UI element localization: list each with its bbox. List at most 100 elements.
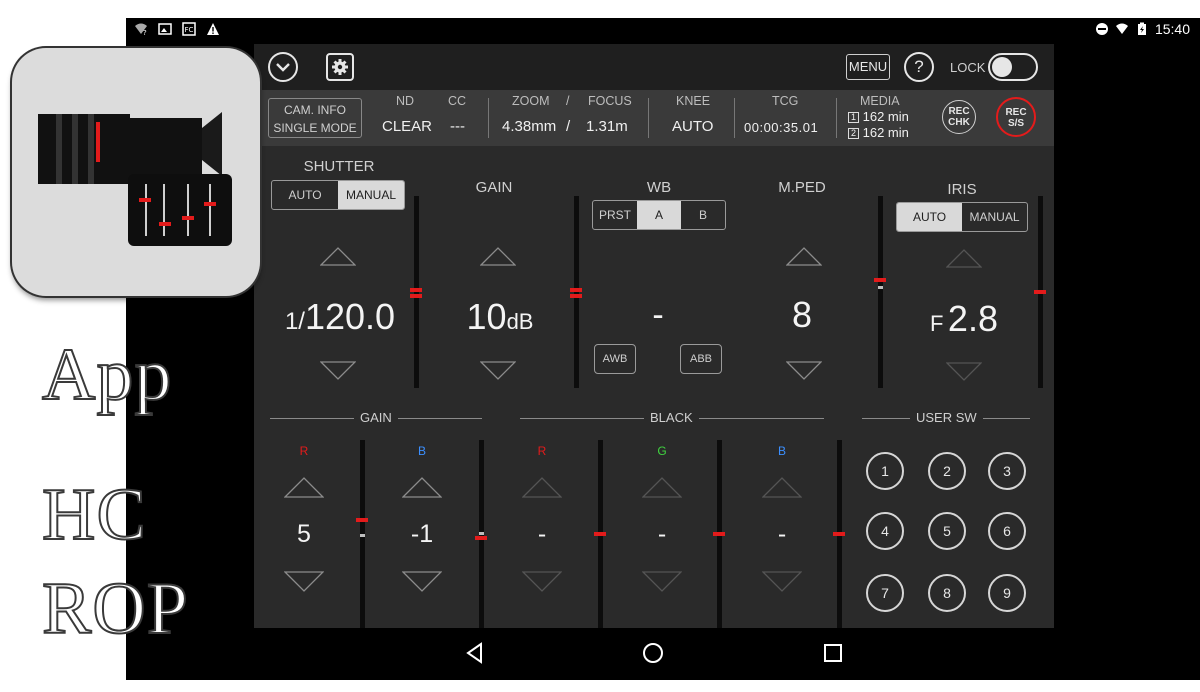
media-slot-1: 1 162 min [848, 109, 909, 124]
gain-title: GAIN [475, 179, 513, 196]
black-g-slider-thumb[interactable] [713, 532, 725, 536]
iris-value: 2.8 [947, 298, 998, 339]
info-divider [488, 98, 489, 138]
black-r-down-arrow-icon [522, 571, 562, 592]
user-sw-button-4[interactable]: 4 [866, 512, 904, 550]
gain-r-down-arrow-icon[interactable] [284, 571, 324, 593]
lock-toggle[interactable] [988, 53, 1038, 81]
shutter-slider[interactable] [410, 196, 422, 388]
shutter-manual-option[interactable]: MANUAL [338, 181, 404, 209]
menu-button[interactable]: MENU [846, 54, 890, 80]
info-divider [734, 98, 735, 138]
shutter-slider-thumb[interactable] [410, 288, 422, 292]
gain-up-arrow-icon[interactable] [480, 246, 516, 266]
battery-charging-icon [1137, 22, 1146, 35]
rec-ss-line2: S/S [1007, 118, 1025, 129]
image-icon [158, 23, 172, 35]
cc-label: CC [448, 94, 467, 108]
svg-text:?: ? [143, 29, 147, 36]
user-sw-button-6[interactable]: 6 [988, 512, 1026, 550]
wb-b-option[interactable]: B [681, 201, 725, 229]
gain-r-up-arrow-icon[interactable] [284, 476, 324, 498]
user-sw-button-3[interactable]: 3 [988, 452, 1026, 490]
gain-down-arrow-icon[interactable] [480, 361, 516, 381]
black-b-slider[interactable] [833, 440, 845, 628]
gain-b-slider[interactable] [475, 440, 487, 628]
collapse-button[interactable] [268, 52, 298, 82]
black-r-label: R [537, 444, 547, 458]
wb-a-option[interactable]: A [637, 201, 681, 229]
nd-label: ND [396, 94, 415, 108]
rec-check-line1: REC [948, 106, 970, 117]
rec-check-button[interactable]: REC CHK [942, 100, 976, 134]
gain-r-slider-thumb[interactable] [356, 518, 368, 522]
gain-b-up-arrow-icon[interactable] [402, 476, 442, 498]
black-g-slider[interactable] [713, 440, 725, 628]
iris-slider[interactable] [1034, 196, 1046, 388]
gain-b-down-arrow-icon[interactable] [402, 571, 442, 593]
user-sw-button-5[interactable]: 5 [928, 512, 966, 550]
zoom-focus-slash: / [566, 94, 570, 108]
user-sw-button-7[interactable]: 7 [866, 574, 904, 612]
status-clock: 15:40 [1154, 21, 1190, 37]
cam-info-button[interactable]: CAM. INFO SINGLE MODE [268, 98, 362, 138]
iris-slider-thumb[interactable] [1034, 290, 1046, 294]
mped-down-arrow-icon[interactable] [786, 361, 822, 381]
zoom-value: 4.38mm [502, 118, 557, 135]
shutter-auto-option[interactable]: AUTO [272, 181, 338, 209]
tcg-label: TCG [772, 94, 799, 108]
mped-title: M.PED [778, 179, 826, 196]
gain-value: 10 [466, 296, 507, 337]
mped-slider-thumb[interactable] [874, 278, 886, 282]
cc-value: --- [450, 118, 465, 135]
black-b-slider-thumb[interactable] [833, 532, 845, 536]
mped-slider[interactable] [874, 196, 886, 388]
zoom-label: ZOOM [512, 94, 550, 108]
black-g-up-arrow-icon [642, 477, 682, 498]
help-button[interactable]: ? [904, 52, 934, 82]
gear-icon [332, 59, 348, 75]
black-g-label: G [657, 444, 667, 458]
gain-group-title: GAIN [354, 410, 398, 425]
mped-up-arrow-icon[interactable] [786, 246, 822, 266]
gain-b-center-mark [479, 532, 484, 535]
shutter-title: SHUTTER [303, 158, 375, 175]
app-notification-icon: FC [182, 22, 196, 36]
mped-value: 8 [791, 294, 813, 335]
rec-ss-line1: REC [1005, 107, 1027, 118]
black-b-down-arrow-icon [762, 571, 802, 592]
abb-button[interactable]: ABB [680, 344, 722, 374]
iris-prefix: F [930, 311, 944, 336]
user-sw-button-9[interactable]: 9 [988, 574, 1026, 612]
black-r-slider[interactable] [594, 440, 606, 628]
gain-b-label: B [417, 444, 426, 458]
media-slot-2: 2 162 min [848, 125, 909, 140]
recents-square-icon[interactable] [820, 640, 846, 666]
wb-value: - [652, 296, 664, 334]
gain-slider[interactable] [570, 196, 582, 388]
user-sw-button-8[interactable]: 8 [928, 574, 966, 612]
zoom-focus-slash-value: / [566, 118, 571, 135]
wb-prst-option[interactable]: PRST [593, 201, 637, 229]
settings-button[interactable] [326, 53, 354, 81]
black-r-slider-thumb[interactable] [594, 532, 606, 536]
gain-r-value: 5 [297, 520, 311, 548]
back-triangle-icon[interactable] [462, 640, 488, 666]
user-sw-title: USER SW [910, 410, 983, 425]
shutter-value-display: 1/120.0 [270, 296, 410, 338]
shutter-slider-thumb-lower [410, 294, 422, 298]
iris-auto-option[interactable]: AUTO [897, 203, 962, 231]
top-bar: MENU ? LOCK [254, 44, 1054, 90]
iris-manual-option[interactable]: MANUAL [962, 203, 1027, 231]
gain-slider-thumb[interactable] [570, 288, 582, 292]
user-sw-button-1[interactable]: 1 [866, 452, 904, 490]
awb-button[interactable]: AWB [594, 344, 636, 374]
shutter-up-arrow-icon[interactable] [320, 246, 356, 266]
rec-start-stop-button[interactable]: REC S/S [996, 97, 1036, 137]
gain-b-slider-thumb[interactable] [475, 536, 487, 540]
user-sw-button-2[interactable]: 2 [928, 452, 966, 490]
gain-r-slider[interactable] [356, 440, 368, 628]
shutter-down-arrow-icon[interactable] [320, 361, 356, 381]
home-circle-icon[interactable] [640, 640, 666, 666]
iris-mode-selector: AUTO MANUAL [896, 202, 1028, 232]
